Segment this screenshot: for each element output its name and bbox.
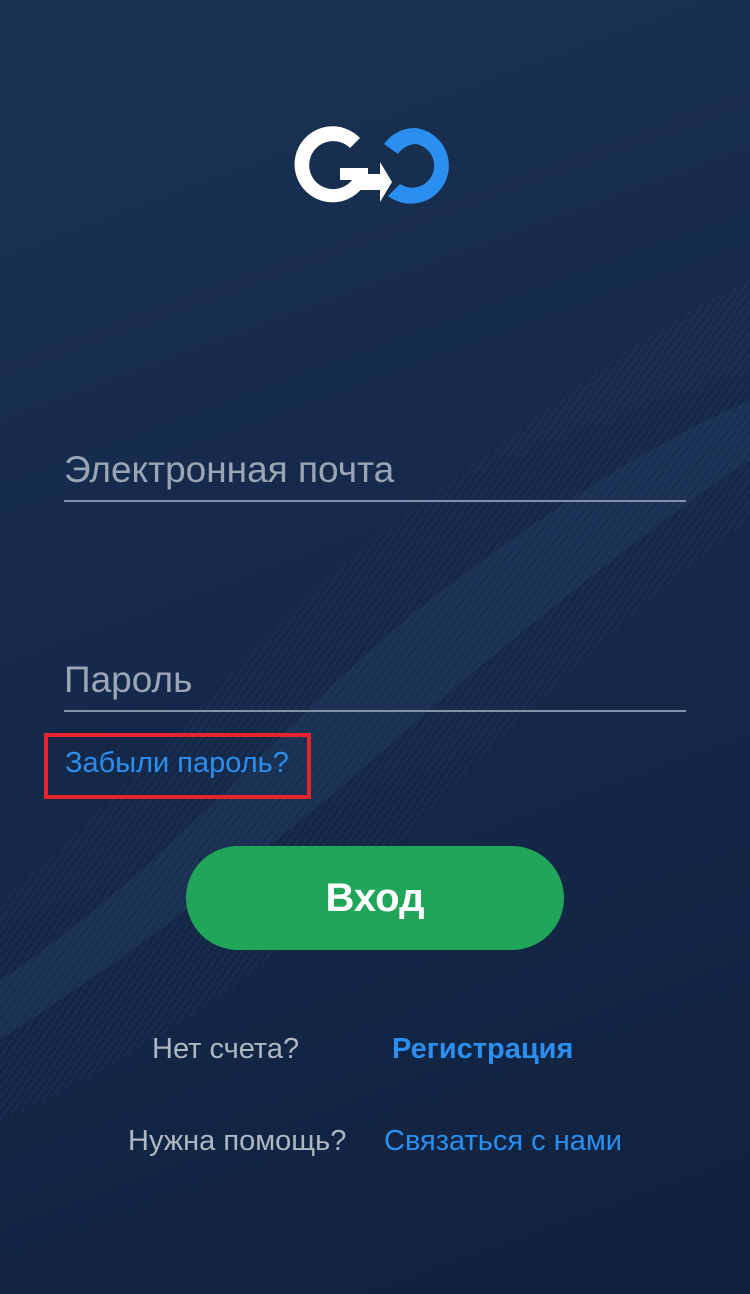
email-input[interactable] (64, 440, 686, 500)
password-field[interactable] (64, 650, 686, 712)
password-input[interactable] (64, 650, 686, 710)
contact-us-link[interactable]: Связаться с нами (384, 1125, 622, 1158)
login-button[interactable]: Вход (186, 846, 564, 950)
need-help-label: Нужна помощь? (128, 1125, 347, 1157)
register-link[interactable]: Регистрация (392, 1033, 573, 1066)
email-field[interactable] (64, 440, 686, 502)
no-account-label: Нет счета? (152, 1033, 300, 1065)
forgot-password-link[interactable]: Забыли пароль? (65, 747, 289, 780)
go-logo (294, 126, 449, 204)
